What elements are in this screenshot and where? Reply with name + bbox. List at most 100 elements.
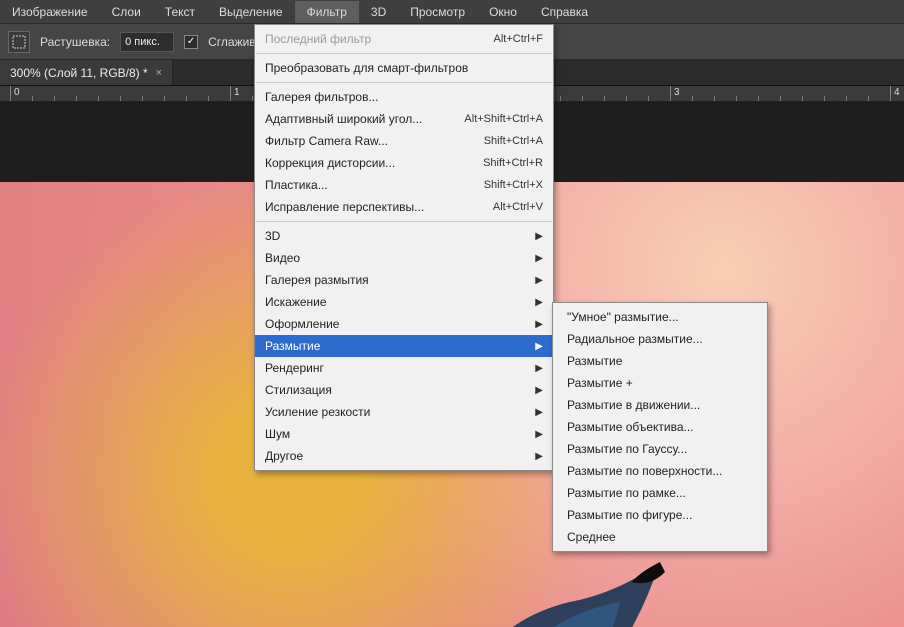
document-tab-title: 300% (Слой 11, RGB/8) *: [10, 66, 148, 80]
blur-blur[interactable]: Размытие: [553, 350, 767, 372]
blur-shape[interactable]: Размытие по фигуре...: [553, 504, 767, 526]
menu-item-label: Исправление перспективы...: [265, 200, 424, 214]
menu-item-shortcut: Alt+Ctrl+F: [493, 33, 543, 45]
blur-box[interactable]: Размытие по рамке...: [553, 482, 767, 504]
menu-bar: Изображение Слои Текст Выделение Фильтр …: [0, 0, 904, 24]
menu-item-label: Рендеринг: [265, 361, 324, 375]
menu-item-label: Пластика...: [265, 178, 328, 192]
document-tab[interactable]: 300% (Слой 11, RGB/8) * ×: [0, 60, 173, 85]
filter-sub-blur[interactable]: Размытие ▶: [255, 335, 553, 357]
chevron-right-icon: ▶: [535, 429, 543, 440]
chevron-right-icon: ▶: [535, 385, 543, 396]
chevron-right-icon: ▶: [535, 231, 543, 242]
filter-gallery[interactable]: Галерея фильтров...: [255, 86, 553, 108]
menu-item-label: Размытие объектива...: [567, 420, 694, 434]
menu-item-label: Размытие +: [567, 376, 633, 390]
filter-vanishing-point[interactable]: Исправление перспективы... Alt+Ctrl+V: [255, 196, 553, 218]
filter-last: Последний фильтр Alt+Ctrl+F: [255, 28, 553, 50]
menu-item-label: Коррекция дисторсии...: [265, 156, 395, 170]
menu-item-label: Преобразовать для смарт-фильтров: [265, 61, 468, 75]
filter-sub-noise[interactable]: Шум ▶: [255, 423, 553, 445]
menu-item-label: Размытие по Гауссу...: [567, 442, 687, 456]
chevron-right-icon: ▶: [535, 363, 543, 374]
feather-input[interactable]: [120, 32, 174, 52]
menu-item-label: Шум: [265, 427, 290, 441]
menu-separator: [256, 53, 552, 54]
menu-view[interactable]: Просмотр: [398, 1, 477, 23]
chevron-right-icon: ▶: [535, 407, 543, 418]
bird-illustration: [360, 542, 680, 627]
menu-item-label: Адаптивный широкий угол...: [265, 112, 422, 126]
menu-separator: [256, 82, 552, 83]
filter-sub-sharpen[interactable]: Усиление резкости ▶: [255, 401, 553, 423]
chevron-right-icon: ▶: [535, 451, 543, 462]
menu-item-shortcut: Shift+Ctrl+R: [483, 157, 543, 169]
menu-item-label: Видео: [265, 251, 300, 265]
filter-camera-raw[interactable]: Фильтр Camera Raw... Shift+Ctrl+A: [255, 130, 553, 152]
feather-label: Растушевка:: [40, 35, 110, 49]
menu-filter[interactable]: Фильтр: [295, 1, 359, 23]
menu-item-label: Размытие по поверхности...: [567, 464, 722, 478]
menu-item-label: Усиление резкости: [265, 405, 370, 419]
menu-item-label: Другое: [265, 449, 303, 463]
filter-lens-correction[interactable]: Коррекция дисторсии... Shift+Ctrl+R: [255, 152, 553, 174]
tool-preset-icon[interactable]: [8, 31, 30, 53]
antialias-checkbox[interactable]: ✓: [184, 35, 198, 49]
filter-sub-pixelate[interactable]: Оформление ▶: [255, 313, 553, 335]
filter-liquify[interactable]: Пластика... Shift+Ctrl+X: [255, 174, 553, 196]
blur-gaussian[interactable]: Размытие по Гауссу...: [553, 438, 767, 460]
menu-text[interactable]: Текст: [153, 1, 207, 23]
menu-item-label: Последний фильтр: [265, 32, 371, 46]
close-icon[interactable]: ×: [156, 67, 162, 79]
chevron-right-icon: ▶: [535, 253, 543, 264]
menu-item-shortcut: Shift+Ctrl+X: [484, 179, 543, 191]
menu-item-label: Радиальное размытие...: [567, 332, 703, 346]
menu-item-label: Размытие: [265, 339, 320, 353]
menu-item-label: Размытие по фигуре...: [567, 508, 692, 522]
menu-select[interactable]: Выделение: [207, 1, 295, 23]
filter-convert-smart[interactable]: Преобразовать для смарт-фильтров: [255, 57, 553, 79]
chevron-right-icon: ▶: [535, 341, 543, 352]
menu-item-label: Стилизация: [265, 383, 332, 397]
menu-layers[interactable]: Слои: [100, 1, 153, 23]
blur-smart[interactable]: "Умное" размытие...: [553, 306, 767, 328]
menu-item-shortcut: Alt+Ctrl+V: [493, 201, 543, 213]
blur-submenu: "Умное" размытие... Радиальное размытие.…: [552, 302, 768, 552]
filter-adaptive-wide[interactable]: Адаптивный широкий угол... Alt+Shift+Ctr…: [255, 108, 553, 130]
menu-window[interactable]: Окно: [477, 1, 529, 23]
menu-item-label: "Умное" размытие...: [567, 310, 679, 324]
filter-sub-render[interactable]: Рендеринг ▶: [255, 357, 553, 379]
blur-more[interactable]: Размытие +: [553, 372, 767, 394]
blur-surface[interactable]: Размытие по поверхности...: [553, 460, 767, 482]
blur-average[interactable]: Среднее: [553, 526, 767, 548]
menu-separator: [256, 221, 552, 222]
chevron-right-icon: ▶: [535, 275, 543, 286]
menu-3d[interactable]: 3D: [359, 1, 398, 23]
blur-radial[interactable]: Радиальное размытие...: [553, 328, 767, 350]
filter-sub-video[interactable]: Видео ▶: [255, 247, 553, 269]
filter-sub-stylize[interactable]: Стилизация ▶: [255, 379, 553, 401]
menu-item-label: 3D: [265, 229, 280, 243]
filter-sub-blur-gallery[interactable]: Галерея размытия ▶: [255, 269, 553, 291]
menu-item-label: Размытие: [567, 354, 622, 368]
menu-item-shortcut: Shift+Ctrl+A: [484, 135, 543, 147]
menu-item-label: Галерея фильтров...: [265, 90, 378, 104]
menu-item-label: Оформление: [265, 317, 339, 331]
menu-item-label: Фильтр Camera Raw...: [265, 134, 388, 148]
menu-item-label: Галерея размытия: [265, 273, 369, 287]
menu-image[interactable]: Изображение: [0, 1, 100, 23]
blur-motion[interactable]: Размытие в движении...: [553, 394, 767, 416]
chevron-right-icon: ▶: [535, 319, 543, 330]
filter-menu-dropdown: Последний фильтр Alt+Ctrl+F Преобразоват…: [254, 24, 554, 471]
filter-sub-distort[interactable]: Искажение ▶: [255, 291, 553, 313]
menu-item-label: Размытие в движении...: [567, 398, 700, 412]
chevron-right-icon: ▶: [535, 297, 543, 308]
filter-sub-3d[interactable]: 3D ▶: [255, 225, 553, 247]
menu-item-shortcut: Alt+Shift+Ctrl+A: [464, 113, 543, 125]
filter-sub-other[interactable]: Другое ▶: [255, 445, 553, 467]
menu-help[interactable]: Справка: [529, 1, 600, 23]
menu-item-label: Искажение: [265, 295, 327, 309]
blur-lens[interactable]: Размытие объектива...: [553, 416, 767, 438]
menu-item-label: Размытие по рамке...: [567, 486, 686, 500]
menu-item-label: Среднее: [567, 530, 616, 544]
